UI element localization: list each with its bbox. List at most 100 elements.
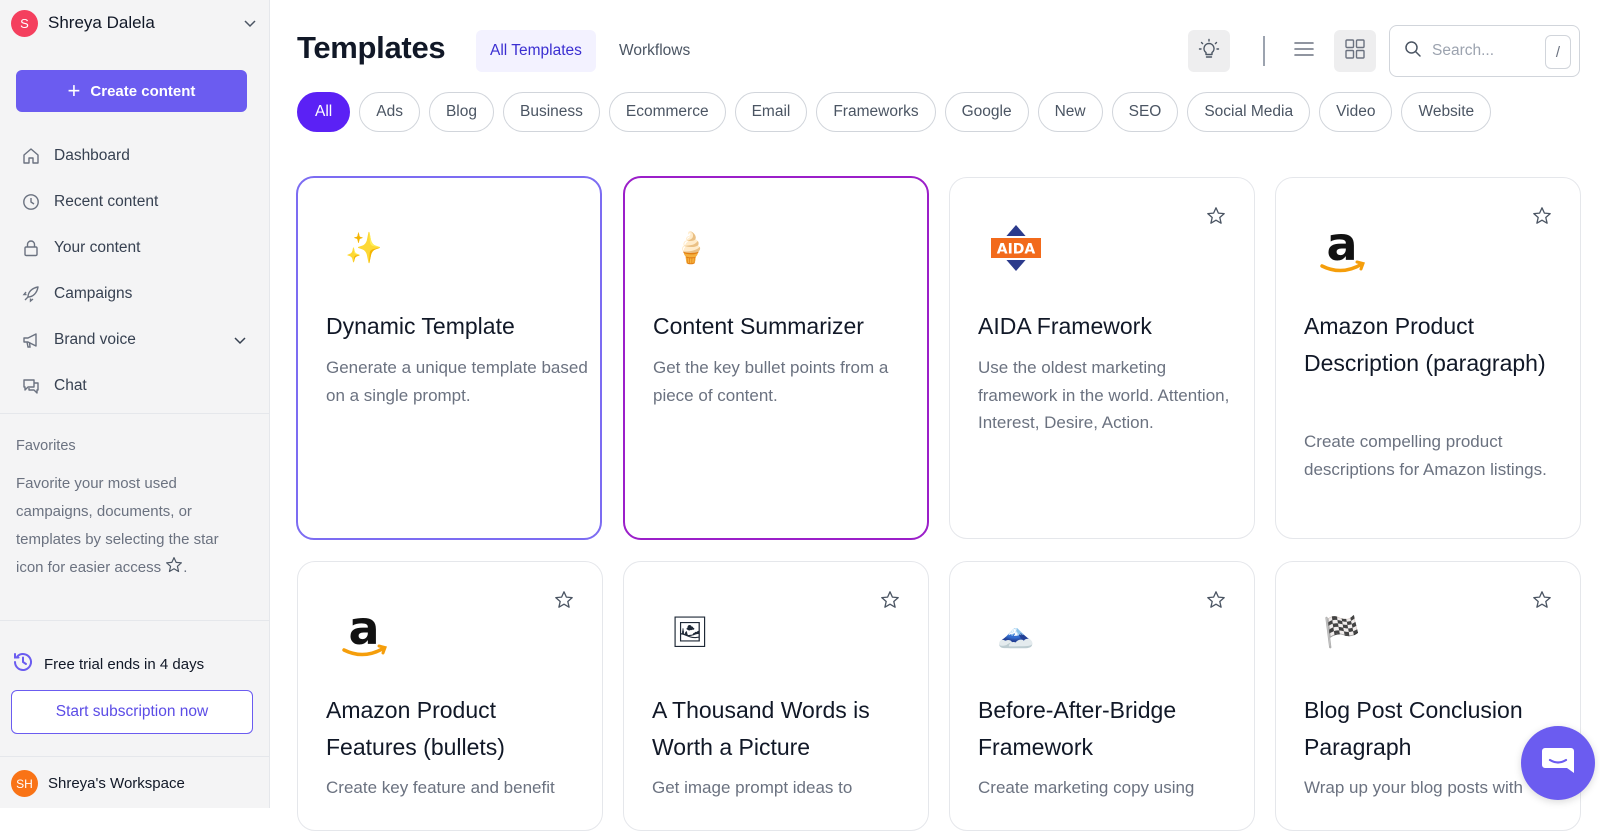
chat-bubble-icon	[1541, 746, 1575, 781]
checkered-flag-icon: 🏁	[1323, 615, 1361, 649]
header-divider	[1263, 36, 1265, 66]
template-card-title: A Thousand Words is Worth a Picture	[652, 697, 870, 760]
chip-all[interactable]: All	[297, 92, 351, 132]
rocket-icon	[20, 283, 42, 305]
template-card-description: Create compelling product descriptions f…	[1304, 432, 1547, 479]
template-card-title: Amazon Product Description (paragraph)	[1304, 313, 1546, 376]
page-title: Templates	[297, 30, 446, 65]
search-shortcut-key: /	[1545, 35, 1571, 69]
history-clock-icon	[12, 651, 34, 677]
tab-workflows[interactable]: Workflows	[605, 30, 704, 72]
template-card-description: Get the key bullet points from a piece o…	[653, 358, 889, 405]
grid-icon	[1344, 38, 1366, 65]
sidebar-item-chat[interactable]: Chat	[16, 363, 254, 409]
trial-text: Free trial ends in 4 days	[44, 655, 205, 673]
start-subscription-button[interactable]: Start subscription now	[11, 690, 253, 734]
sidebar-item-label: Brand voice	[54, 331, 136, 348]
sidebar-divider	[0, 413, 270, 414]
template-card-description: Create key feature and benefit	[326, 778, 555, 797]
star-icon[interactable]	[880, 590, 900, 610]
sidebar-item-label: Campaigns	[54, 285, 133, 302]
template-card-title: AIDA Framework	[978, 313, 1152, 339]
category-filter-chips: All Ads Blog Business Ecommerce Email Fr…	[297, 92, 1492, 132]
favorites-hint: Favorite your most used campaigns, docum…	[16, 470, 248, 584]
create-content-label: Create content	[90, 82, 196, 100]
home-icon	[20, 145, 42, 167]
star-icon[interactable]	[1532, 590, 1552, 610]
ice-cream-icon: 🍦	[672, 231, 710, 265]
chip-google[interactable]: Google	[944, 92, 1029, 132]
sidebar-item-label: Chat	[54, 377, 87, 394]
support-chat-button[interactable]	[1521, 726, 1595, 800]
chip-website[interactable]: Website	[1401, 92, 1492, 132]
chip-video[interactable]: Video	[1319, 92, 1393, 132]
clock-icon	[20, 191, 42, 213]
favorites-title: Favorites	[16, 438, 76, 454]
template-card-title: Dynamic Template	[326, 313, 515, 339]
search-box: /	[1389, 25, 1580, 77]
template-card-thousand-words[interactable]: 🖼 A Thousand Words is Worth a Picture Ge…	[623, 561, 929, 831]
chip-email[interactable]: Email	[734, 92, 808, 132]
user-avatar: S	[11, 9, 38, 37]
star-icon[interactable]	[1206, 590, 1226, 610]
search-input[interactable]	[1432, 42, 1542, 60]
favorites-hint-text: Favorite your most used campaigns, docum…	[16, 475, 219, 576]
sidebar-divider	[0, 620, 270, 621]
chip-ecommerce[interactable]: Ecommerce	[608, 92, 726, 132]
chip-business[interactable]: Business	[502, 92, 600, 132]
sidebar-item-label: Your content	[54, 239, 141, 256]
search-icon	[1404, 40, 1422, 63]
workspace-avatar: SH	[11, 770, 38, 797]
sidebar-divider	[0, 756, 270, 757]
mountain-picture-icon: 🗻	[997, 615, 1035, 649]
svg-text:a: a	[1326, 220, 1357, 271]
workspace-switcher[interactable]: SH Shreya's Workspace	[11, 770, 185, 797]
workspace-name: Shreya's Workspace	[48, 775, 185, 792]
sidebar-item-label: Dashboard	[54, 147, 130, 164]
chip-blog[interactable]: Blog	[428, 92, 494, 132]
chip-frameworks[interactable]: Frameworks	[816, 92, 936, 132]
aida-logo-icon: AIDA	[988, 220, 1044, 276]
create-content-button[interactable]: + Create content	[16, 70, 247, 112]
star-icon[interactable]	[1532, 206, 1552, 226]
sidebar-item-campaigns[interactable]: Campaigns	[16, 271, 254, 317]
star-icon[interactable]	[1206, 206, 1226, 226]
framed-picture-icon: 🖼	[670, 615, 710, 649]
amazon-logo-icon: a	[336, 604, 392, 660]
template-card-description: Get image prompt ideas to	[652, 778, 853, 797]
lightbulb-icon	[1198, 38, 1220, 65]
template-card-amazon-product-description[interactable]: a Amazon Product Description (paragraph)…	[1275, 177, 1581, 539]
list-view-button[interactable]	[1283, 30, 1325, 72]
template-card-amazon-product-features[interactable]: a Amazon Product Features (bullets) Crea…	[297, 561, 603, 831]
template-card-title: Before-After-Bridge Framework	[978, 697, 1177, 760]
user-name: Shreya Dalela	[48, 13, 155, 32]
grid-view-button[interactable]	[1334, 30, 1376, 72]
chip-new[interactable]: New	[1037, 92, 1103, 132]
star-icon[interactable]	[554, 590, 574, 610]
amazon-logo-icon: a	[1314, 220, 1370, 276]
template-card-before-after-bridge[interactable]: 🗻 Before-After-Bridge Framework Create m…	[949, 561, 1255, 831]
lock-icon	[20, 237, 42, 259]
sidebar-item-your-content[interactable]: Your content	[16, 225, 254, 271]
favorites-hint-end: .	[183, 559, 188, 576]
tab-all-templates[interactable]: All Templates	[476, 30, 596, 72]
plus-icon: +	[67, 78, 81, 103]
chevron-down-icon[interactable]	[230, 330, 250, 350]
chevron-down-icon[interactable]	[241, 14, 259, 32]
user-menu[interactable]: S Shreya Dalela	[11, 9, 259, 37]
template-card-content-summarizer[interactable]: 🍦 Content Summarizer Get the key bullet …	[623, 176, 929, 540]
chip-seo[interactable]: SEO	[1111, 92, 1179, 132]
chip-social-media[interactable]: Social Media	[1187, 92, 1311, 132]
sidebar-item-recent-content[interactable]: Recent content	[16, 179, 254, 225]
trial-status: Free trial ends in 4 days	[12, 651, 204, 677]
template-card-title: Content Summarizer	[653, 313, 864, 339]
lightbulb-button[interactable]	[1188, 30, 1230, 72]
template-card-aida-framework[interactable]: AIDA AIDA Framework Use the oldest marke…	[949, 177, 1255, 539]
sidebar-item-dashboard[interactable]: Dashboard	[16, 133, 254, 179]
chip-ads[interactable]: Ads	[359, 92, 420, 132]
chat-icon	[20, 375, 42, 397]
template-card-description: Generate a unique template based on a si…	[326, 358, 588, 405]
sidebar-item-brand-voice[interactable]: Brand voice	[16, 317, 254, 363]
template-card-dynamic-template[interactable]: ✨ Dynamic Template Generate a unique tem…	[296, 176, 602, 540]
template-card-title: Amazon Product Features (bullets)	[326, 697, 505, 760]
